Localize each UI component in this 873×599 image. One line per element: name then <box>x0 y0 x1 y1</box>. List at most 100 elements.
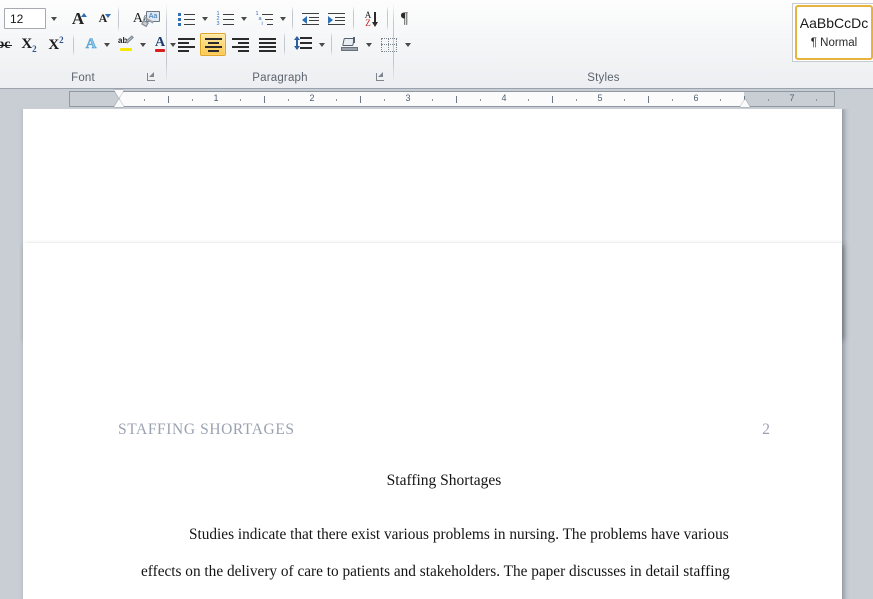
chevron-down-icon <box>201 16 208 21</box>
ruler-tick <box>168 96 169 103</box>
multilevel-list-dropdown[interactable] <box>276 7 289 30</box>
ruler-tick-label: 5 <box>597 93 603 103</box>
ruler-tick-label: 2 <box>309 93 315 103</box>
font-dialog-launcher[interactable] <box>145 70 158 83</box>
ruler-tick <box>240 99 241 101</box>
increase-indent-icon <box>328 12 345 26</box>
document-title: Staffing Shortages <box>386 472 502 489</box>
numbering-icon: 1 2 3 <box>217 11 234 26</box>
bullets-dropdown[interactable] <box>198 7 211 30</box>
ruler-tick <box>192 99 193 101</box>
decrease-indent-icon <box>302 12 319 26</box>
numbering-dropdown[interactable] <box>237 7 250 30</box>
divider <box>284 32 285 56</box>
document-page-current[interactable]: STAFFING SHORTAGES 2 Staffing Shortages … <box>23 243 842 599</box>
highlight-color-dropdown[interactable] <box>136 33 149 56</box>
page-header: STAFFING SHORTAGES 2 <box>118 421 770 439</box>
grow-font-icon: A <box>71 8 85 28</box>
chevron-down-icon <box>365 42 372 47</box>
running-head-text: STAFFING SHORTAGES <box>118 421 295 438</box>
ruler-band: 1 2 3 4 5 6 7 <box>0 89 873 109</box>
document-canvas[interactable]: STAFFING SHORTAGES 2 Staffing Shortages … <box>0 109 873 599</box>
ruler-tick-label: 6 <box>693 93 699 103</box>
font-size-input[interactable]: 12 <box>4 8 46 29</box>
increase-indent-button[interactable] <box>324 7 349 30</box>
ruler-tick <box>144 99 145 101</box>
ruler-tick <box>768 99 769 101</box>
style-item-normal[interactable]: AaBbCcDc ¶ Normal <box>795 5 873 60</box>
line-spacing-icon <box>293 36 312 52</box>
ribbon-group-paragraph: 1 2 3 1 a i A Z ¶ Paragraph <box>167 0 411 88</box>
divider <box>73 34 74 56</box>
ruler-tick <box>720 99 721 101</box>
superscript-button[interactable]: X2 <box>43 33 69 56</box>
styles-group-label: Styles <box>587 72 620 84</box>
divider <box>387 6 388 31</box>
strikethrough-icon: abc <box>0 37 12 53</box>
clear-formatting-icon: Aa <box>141 10 161 27</box>
align-left-icon <box>177 38 195 52</box>
ruler-ticks: 1 2 3 4 5 6 7 <box>70 92 834 106</box>
multilevel-list-button[interactable]: 1 a i <box>251 7 277 30</box>
chevron-down-icon <box>279 16 286 21</box>
ruler-tick <box>648 96 649 103</box>
paragraph-dialog-launcher[interactable] <box>374 70 387 83</box>
right-indent-marker[interactable] <box>740 99 751 108</box>
ribbon-group-font: 12 A A Aa Aa X2 X2 A ab A Font <box>0 0 176 88</box>
divider <box>292 6 293 31</box>
multilevel-list-icon: 1 a i <box>256 11 273 26</box>
ruler-tick <box>576 99 577 101</box>
ribbon: 12 A A Aa Aa X2 X2 A ab A Font 1 2 3 1 a… <box>0 0 873 89</box>
divider <box>331 32 332 56</box>
first-line-indent-marker[interactable] <box>114 89 125 97</box>
bullets-button[interactable] <box>173 7 199 30</box>
page-number: 2 <box>762 421 770 438</box>
ruler-tick <box>288 99 289 101</box>
text-effects-dropdown[interactable] <box>100 33 113 56</box>
hanging-indent-marker[interactable] <box>114 99 125 108</box>
grow-font-button[interactable]: A <box>66 7 90 30</box>
style-preview-normal: AaBbCcDc <box>799 16 869 30</box>
sort-button[interactable]: A Z <box>359 7 384 30</box>
caret-up-icon <box>81 13 87 17</box>
line-spacing-button[interactable] <box>290 33 316 56</box>
align-right-icon <box>231 38 249 52</box>
align-left-button[interactable] <box>173 33 199 56</box>
ruler-tick <box>528 99 529 101</box>
horizontal-ruler[interactable]: 1 2 3 4 5 6 7 <box>69 91 835 107</box>
numbering-button[interactable]: 1 2 3 <box>212 7 238 30</box>
line-spacing-dropdown[interactable] <box>315 33 328 56</box>
ruler-tick <box>384 99 385 101</box>
ruler-tick-label: 3 <box>405 93 411 103</box>
text-effects-icon: A <box>85 36 97 53</box>
ruler-tick <box>336 99 337 101</box>
justify-button[interactable] <box>254 33 280 56</box>
chevron-down-icon <box>139 42 146 47</box>
shrink-font-button[interactable]: A <box>91 7 115 30</box>
ruler-tick <box>672 99 673 101</box>
highlighter-icon: ab <box>117 35 135 53</box>
caret-down-icon <box>105 14 111 18</box>
clear-formatting-button[interactable]: Aa <box>139 7 165 30</box>
shading-dropdown[interactable] <box>362 33 375 56</box>
align-right-button[interactable] <box>227 33 253 56</box>
styles-gallery[interactable]: AaBbCcDc ¶ Normal AaBbCcDc ¶ No Spaci...… <box>792 3 873 62</box>
ruler-tick <box>552 96 553 103</box>
font-size-dropdown-arrow[interactable] <box>46 8 62 29</box>
chevron-down-icon <box>240 16 247 21</box>
font-group-label: Font <box>71 72 95 84</box>
ruler-tick <box>480 99 481 101</box>
strikethrough-button[interactable]: abc <box>0 33 14 56</box>
paint-bucket-icon <box>341 36 359 53</box>
chevron-down-icon <box>51 16 57 21</box>
align-center-button[interactable] <box>200 33 226 56</box>
ruler-tick-label: 4 <box>501 93 507 103</box>
font-group-body: 12 A A Aa Aa X2 X2 A ab A <box>0 0 176 66</box>
divider <box>353 6 354 31</box>
subscript-button[interactable]: X2 <box>16 33 42 56</box>
ruler-tick <box>816 99 817 101</box>
decrease-indent-button[interactable] <box>298 7 323 30</box>
shading-button[interactable] <box>337 33 363 56</box>
ruler-tick <box>264 96 265 103</box>
ruler-tick <box>624 99 625 101</box>
